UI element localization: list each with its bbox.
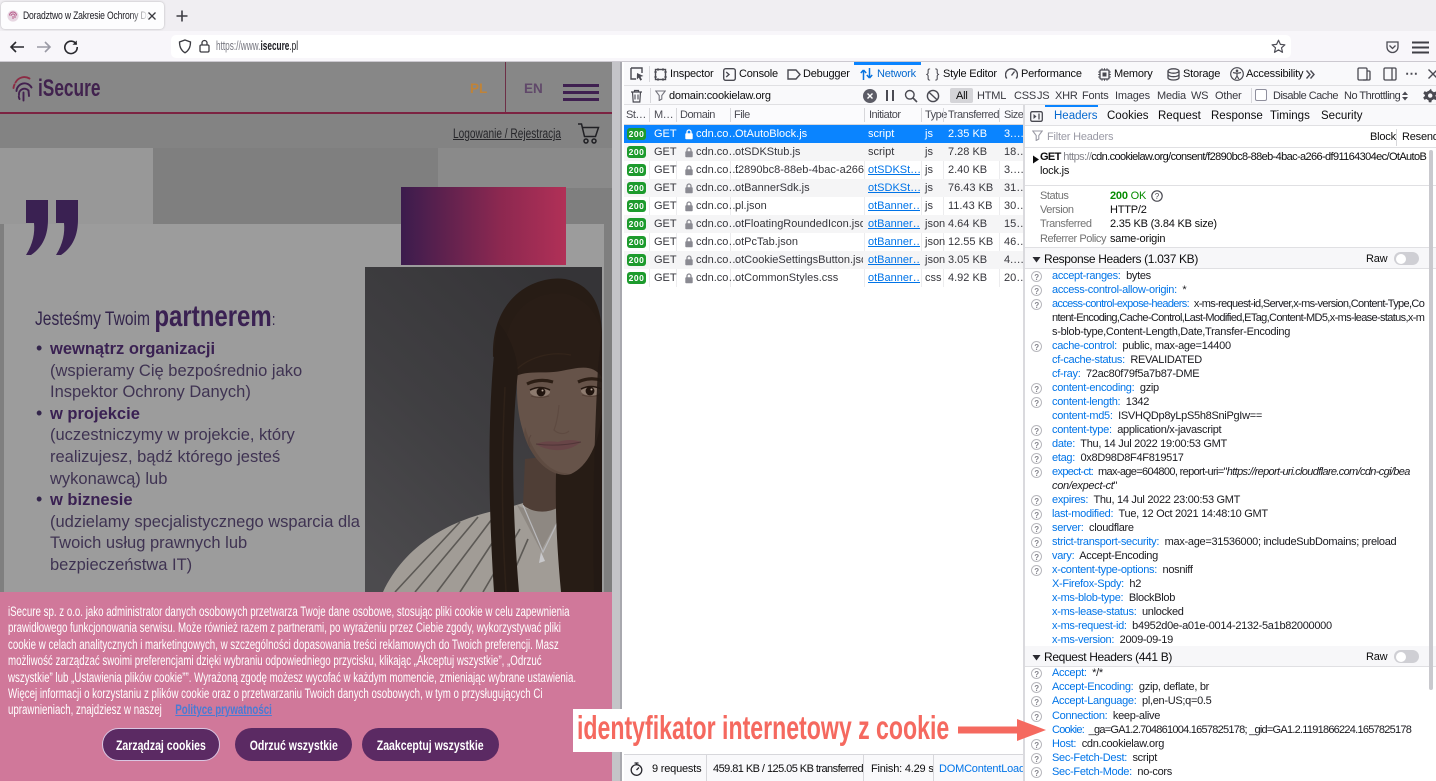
svg-text:?: ? bbox=[1155, 192, 1160, 201]
